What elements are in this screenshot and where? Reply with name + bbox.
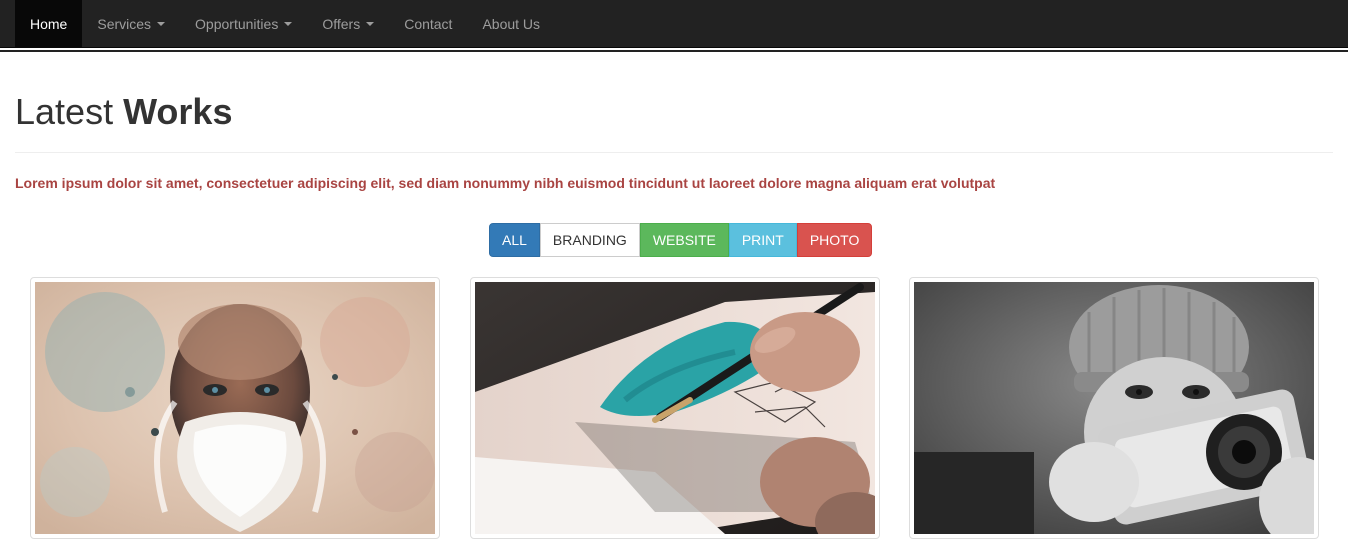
filter-button-print[interactable]: PRINT	[728, 223, 797, 257]
filter-button-all[interactable]: ALL	[489, 223, 540, 257]
portfolio-thumbnail[interactable]	[909, 277, 1319, 539]
nav-item-about-us[interactable]: About Us	[467, 0, 555, 48]
nav-list: Home Services Opportunities Offers Conta…	[15, 0, 555, 48]
page-title-light: Latest	[15, 91, 114, 132]
filter-button-website[interactable]: WEBSITE	[639, 223, 729, 257]
caret-down-icon	[366, 22, 375, 26]
nav-item-label: About Us	[482, 16, 541, 32]
caret-down-icon	[157, 22, 166, 26]
filter-button-label: PHOTO	[809, 232, 860, 248]
filter-button-label: BRANDING	[552, 232, 627, 248]
filter-button-photo[interactable]: PHOTO	[796, 223, 873, 257]
portfolio-image-painting-hand	[475, 282, 875, 534]
filter-button-group: ALL BRANDING WEBSITE PRINT PHOTO	[489, 223, 873, 257]
nav-item-offers[interactable]: Offers	[307, 0, 389, 48]
filter-button-label: ALL	[502, 232, 527, 248]
filter-button-branding[interactable]: BRANDING	[539, 223, 640, 257]
filter-button-label: PRINT	[741, 232, 784, 248]
nav-item-opportunities[interactable]: Opportunities	[180, 0, 307, 48]
page-title: Latest Works	[15, 90, 232, 134]
nav-item-contact[interactable]: Contact	[389, 0, 467, 48]
portfolio-thumbnail[interactable]	[470, 277, 880, 539]
portfolio-image-woman-camera	[914, 282, 1314, 534]
portfolio-gallery	[30, 277, 1319, 539]
nav-item-label: Contact	[404, 16, 453, 32]
nav-item-services[interactable]: Services	[82, 0, 180, 48]
nav-item-label: Offers	[322, 16, 361, 32]
portfolio-image-watercolor-portrait	[35, 282, 435, 534]
filter-button-label: WEBSITE	[652, 232, 716, 248]
navbar: Home Services Opportunities Offers Conta…	[0, 0, 1348, 48]
navbar-divider	[0, 50, 1348, 52]
header-divider	[15, 152, 1333, 153]
lead-text: Lorem ipsum dolor sit amet, consectetuer…	[15, 175, 996, 191]
nav-item-label: Home	[30, 16, 68, 32]
page-title-bold: Works	[123, 91, 233, 132]
caret-down-icon	[284, 22, 293, 26]
nav-item-label: Opportunities	[195, 16, 279, 32]
nav-item-label: Services	[97, 16, 152, 32]
portfolio-thumbnail[interactable]	[30, 277, 440, 539]
nav-item-home[interactable]: Home	[15, 0, 83, 48]
